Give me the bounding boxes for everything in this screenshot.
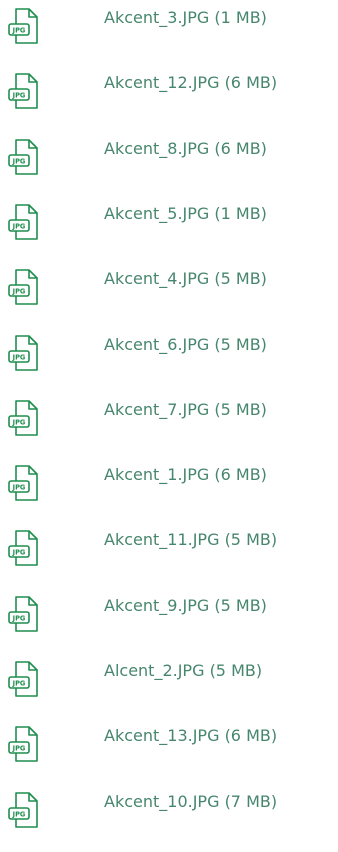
file-name-label[interactable]: Akcent_11.JPG (5 MB) bbox=[104, 530, 277, 550]
file-name-label[interactable]: Akcent_3.JPG (1 MB) bbox=[104, 8, 267, 28]
file-name-label[interactable]: Akcent_8.JPG (6 MB) bbox=[104, 139, 267, 159]
file-name-label[interactable]: Akcent_13.JPG (6 MB) bbox=[104, 726, 277, 746]
file-name-label[interactable]: Akcent_10.JPG (7 MB) bbox=[104, 792, 277, 812]
file-link[interactable]: JPG Akcent_12.JPG (6 MB) bbox=[0, 69, 338, 110]
jpg-file-icon: JPG bbox=[8, 791, 38, 828]
file-name-label[interactable]: Akcent_5.JPG (1 MB) bbox=[104, 204, 267, 224]
jpg-file-icon: JPG bbox=[8, 8, 38, 44]
jpg-file-icon: JPG bbox=[8, 73, 38, 110]
jpg-file-icon: JPG bbox=[8, 334, 38, 371]
file-name-label[interactable]: Akcent_7.JPG (5 MB) bbox=[104, 400, 267, 420]
file-link[interactable]: JPG Akcent_10.JPG (7 MB) bbox=[0, 788, 338, 828]
jpg-icon-text: JPG bbox=[12, 222, 26, 230]
file-link[interactable]: JPG Akcent_6.JPG (5 MB) bbox=[0, 331, 338, 371]
file-link[interactable]: JPG Akcent_13.JPG (6 MB) bbox=[0, 722, 338, 763]
jpg-file-icon: JPG bbox=[8, 661, 38, 697]
file-name-label[interactable]: Akcent_12.JPG (6 MB) bbox=[104, 73, 277, 93]
jpg-file-icon: JPG bbox=[8, 399, 38, 436]
jpg-icon-text: JPG bbox=[12, 614, 26, 622]
file-name-label[interactable]: Akcent_9.JPG (5 MB) bbox=[104, 596, 267, 616]
file-link[interactable]: JPG Akcent_1.JPG (6 MB) bbox=[0, 461, 338, 501]
jpg-icon-text: JPG bbox=[12, 745, 26, 753]
jpg-icon-text: JPG bbox=[12, 484, 26, 492]
jpg-icon-text: JPG bbox=[12, 353, 26, 361]
file-name-label[interactable]: Akcent_4.JPG (5 MB) bbox=[104, 269, 267, 289]
jpg-file-icon: JPG bbox=[8, 530, 38, 567]
jpg-file-icon: JPG bbox=[8, 726, 38, 763]
jpg-icon-text: JPG bbox=[12, 810, 26, 818]
file-link[interactable]: JPG Akcent_11.JPG (5 MB) bbox=[0, 526, 338, 567]
file-name-label[interactable]: Akcent_6.JPG (5 MB) bbox=[104, 335, 267, 355]
jpg-icon-text: JPG bbox=[12, 418, 26, 426]
file-name-label[interactable]: Alcent_2.JPG (5 MB) bbox=[104, 661, 262, 681]
file-link[interactable]: JPG Akcent_8.JPG (6 MB) bbox=[0, 135, 338, 175]
jpg-icon-text: JPG bbox=[12, 157, 26, 165]
jpg-icon-text: JPG bbox=[12, 92, 26, 100]
jpg-file-icon: JPG bbox=[8, 465, 38, 501]
file-link[interactable]: JPG Akcent_5.JPG (1 MB) bbox=[0, 200, 338, 240]
jpg-icon-text: JPG bbox=[12, 27, 26, 35]
file-link[interactable]: JPG Akcent_9.JPG (5 MB) bbox=[0, 592, 338, 632]
jpg-file-icon: JPG bbox=[8, 204, 38, 240]
file-link[interactable]: JPG Akcent_7.JPG (5 MB) bbox=[0, 396, 338, 436]
jpg-file-icon: JPG bbox=[8, 269, 38, 305]
jpg-file-icon: JPG bbox=[8, 595, 38, 632]
jpg-file-icon: JPG bbox=[8, 138, 38, 175]
file-link[interactable]: JPG Alcent_2.JPG (5 MB) bbox=[0, 657, 338, 697]
file-name-label[interactable]: Akcent_1.JPG (6 MB) bbox=[104, 465, 267, 485]
jpg-icon-text: JPG bbox=[12, 680, 26, 688]
file-link[interactable]: JPG Akcent_4.JPG (5 MB) bbox=[0, 265, 338, 305]
jpg-icon-text: JPG bbox=[12, 549, 26, 557]
jpg-icon-text: JPG bbox=[12, 288, 26, 296]
file-link[interactable]: JPG Akcent_3.JPG (1 MB) bbox=[0, 4, 338, 44]
